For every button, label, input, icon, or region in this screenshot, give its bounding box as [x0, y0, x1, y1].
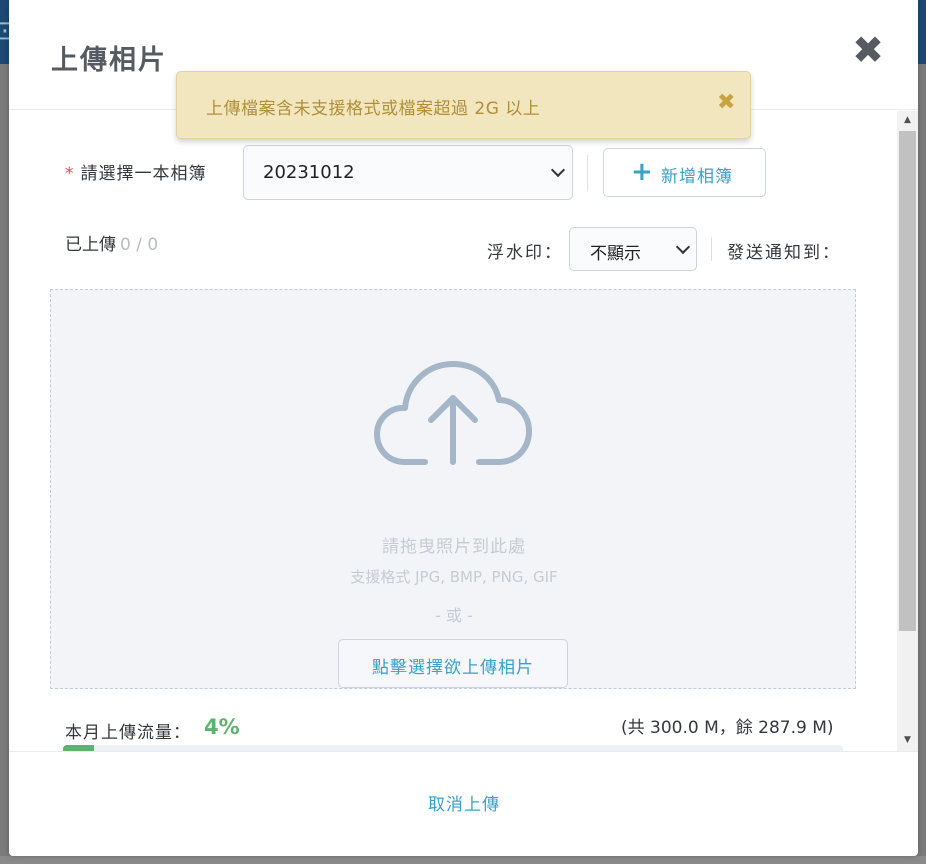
required-mark: *: [65, 164, 75, 184]
upload-photo-modal: 上傳相片 ✖ * 請選擇一本相簿 20231012 + 新增相簿 已上傳 0 / 0…: [9, 0, 918, 856]
uploaded-status: 已上傳 0 / 0: [65, 230, 158, 255]
or-separator: - 或 -: [435, 606, 473, 625]
close-icon[interactable]: ✖: [717, 90, 735, 115]
modal-title: 上傳相片: [51, 45, 167, 76]
chevron-down-icon: [550, 162, 566, 178]
album-select-value: 20231012: [263, 162, 355, 183]
warning-alert: 上傳檔案含未支援格式或檔案超過 2G 以上 ✖: [176, 71, 751, 139]
plus-icon: +: [631, 157, 653, 187]
album-label: * 請選擇一本相簿: [65, 159, 207, 184]
drop-hint: 請拖曳照片到此處: [382, 537, 526, 557]
album-select[interactable]: 20231012: [243, 145, 573, 200]
alert-message: 上傳檔案含未支援格式或檔案超過 2G 以上: [206, 99, 541, 119]
traffic-percent: 4%: [204, 715, 240, 739]
uploaded-label: 已上傳: [65, 235, 116, 255]
upload-dropzone[interactable]: 請拖曳照片到此處 支援格式 JPG, BMP, PNG, GIF - 或 - 點…: [50, 289, 856, 689]
close-icon[interactable]: ✖: [850, 30, 886, 70]
modal-footer: 取消上傳: [9, 751, 918, 856]
divider: [711, 237, 712, 261]
cancel-upload-button[interactable]: 取消上傳: [409, 790, 519, 820]
scrollbar[interactable]: ▲ ▼: [897, 111, 918, 751]
backdrop-footer: [0, 856, 926, 864]
notify-label: 發送通知到：: [727, 243, 841, 263]
choose-photos-button[interactable]: 點擊選擇欲上傳相片: [338, 639, 568, 688]
modal-body: * 請選擇一本相簿 20231012 + 新增相簿 已上傳 0 / 0 浮水印： 不…: [9, 111, 918, 751]
cloud-upload-icon: [374, 361, 532, 465]
scroll-down-arrow-icon[interactable]: ▼: [897, 731, 918, 749]
add-album-button[interactable]: + 新增相簿: [603, 148, 766, 197]
traffic-label: 本月上傳流量：: [65, 723, 191, 743]
watermark-label: 浮水印：: [487, 243, 563, 263]
chevron-down-icon: [675, 239, 691, 255]
scroll-thumb[interactable]: [899, 131, 916, 631]
uploaded-count: 0 / 0: [120, 235, 159, 255]
formats-hint: 支援格式 JPG, BMP, PNG, GIF: [350, 568, 558, 586]
watermark-select[interactable]: 不顯示: [569, 227, 697, 271]
quota-text: (共 300.0 M，餘 287.9 M): [621, 718, 834, 738]
album-label-text: 請選擇一本相簿: [80, 164, 207, 184]
watermark-select-value: 不顯示: [590, 244, 641, 264]
choose-photos-label: 點擊選擇欲上傳相片: [372, 658, 534, 678]
add-album-label: 新增相簿: [661, 167, 733, 187]
scroll-up-arrow-icon[interactable]: ▲: [897, 111, 918, 129]
divider: [587, 155, 588, 191]
